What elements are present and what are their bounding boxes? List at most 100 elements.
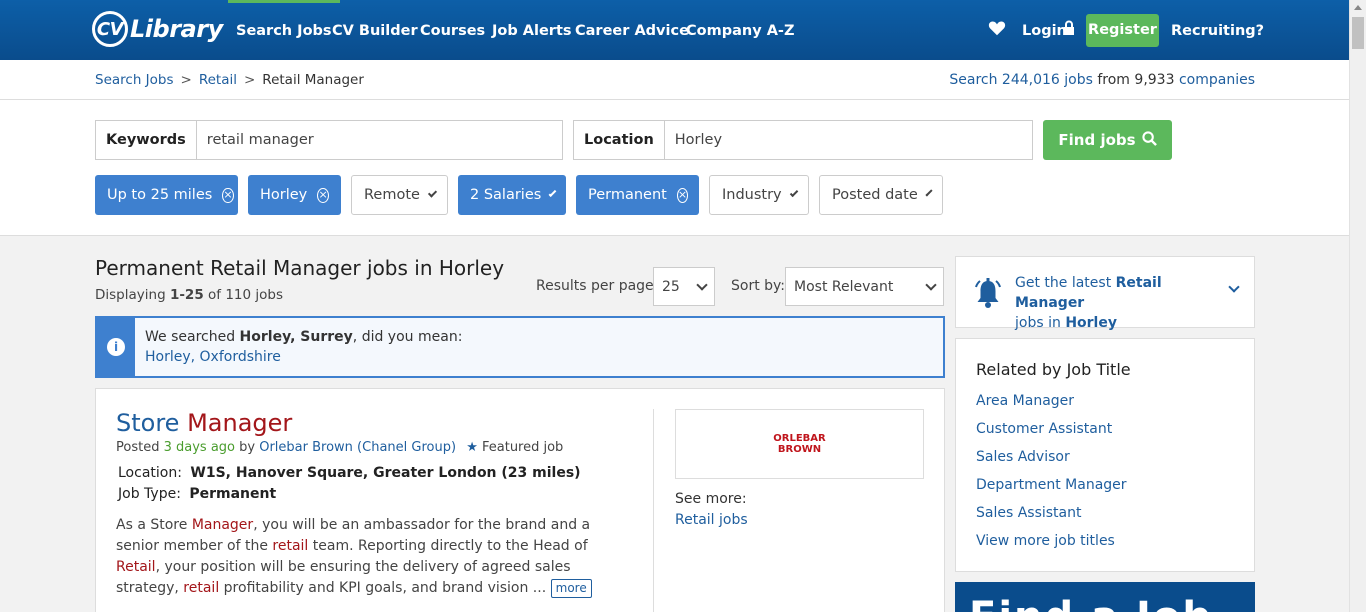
filter-distance-label: Up to 25 miles — [107, 187, 213, 203]
breadcrumb-current: Retail Manager — [262, 72, 364, 88]
desc-text: profitability and KPI goals, and brand v… — [219, 580, 547, 596]
job-description: As a Store Manager, you will be an ambas… — [116, 515, 636, 599]
filter-remote[interactable]: Remote — [351, 175, 448, 215]
job-alert-text: Get the latest Retail Manager jobs in Ho… — [1015, 273, 1225, 333]
cv-library-logo[interactable]: CV Library — [92, 8, 223, 50]
results-per-page-select[interactable]: 25 — [653, 267, 715, 306]
filter-salaries[interactable]: 2 Salaries — [458, 175, 566, 215]
breadcrumb-separator: > — [180, 72, 192, 88]
results-per-page-label: Results per page: — [536, 278, 659, 294]
filter-job-type-label: Permanent — [588, 187, 667, 203]
company-logo[interactable]: ORLEBAR BROWN — [675, 409, 924, 479]
breadcrumb-search-jobs[interactable]: Search Jobs — [95, 72, 174, 88]
chevron-down-icon — [1228, 281, 1240, 293]
job-alert-box[interactable]: Get the latest Retail Manager jobs in Ho… — [955, 256, 1255, 331]
find-jobs-button[interactable]: Find jobs — [1043, 120, 1172, 160]
more-button[interactable]: more — [550, 579, 592, 598]
register-button[interactable]: Register — [1086, 14, 1159, 47]
results-count-prefix: Displaying — [95, 287, 166, 303]
related-heading: Related by Job Title — [976, 360, 1131, 379]
page-scrollbar[interactable] — [1349, 0, 1366, 612]
sort-label: Sort by: — [731, 278, 786, 294]
alert-prefix: Get the latest — [1015, 275, 1112, 291]
scrollbar-thumb[interactable] — [1352, 17, 1364, 49]
related-department-manager[interactable]: Department Manager — [976, 477, 1127, 493]
desc-keyword: retail — [272, 538, 309, 554]
nav-search-jobs[interactable]: Search Jobs — [228, 0, 340, 60]
job-title-link[interactable]: Store Manager — [116, 409, 292, 437]
search-panel: Keywords Location Find jobs Up to 25 mil… — [0, 100, 1349, 236]
recruiting-link[interactable]: Recruiting? — [1171, 0, 1264, 60]
find-jobs-label: Find jobs — [1058, 131, 1136, 149]
nav-career-advice[interactable]: Career Advice — [575, 0, 689, 60]
stats-companies-link[interactable]: companies — [1179, 72, 1255, 88]
see-more-label: See more: — [675, 491, 747, 507]
retail-jobs-link[interactable]: Retail jobs — [675, 512, 748, 528]
info-box: i — [97, 318, 135, 376]
related-area-manager[interactable]: Area Manager — [976, 393, 1074, 409]
featured-label: Featured job — [481, 440, 564, 455]
nav-courses[interactable]: Courses — [420, 0, 485, 60]
promo-banner[interactable]: Find a Job — [955, 582, 1255, 612]
job-type-value: Permanent — [189, 486, 277, 502]
remove-filter-icon[interactable]: × — [676, 187, 689, 203]
desc-keyword: retail — [183, 580, 220, 596]
card-divider — [653, 409, 654, 612]
keywords-input[interactable] — [196, 121, 562, 159]
chevron-down-icon — [925, 278, 937, 291]
job-title-keyword: Manager — [187, 409, 293, 437]
job-location-row: Location: W1S, Hanover Square, Greater L… — [118, 465, 581, 481]
banner-text: Find a Job — [969, 594, 1213, 612]
nav-job-alerts[interactable]: Job Alerts — [492, 0, 572, 60]
notice-suffix: , did you mean: — [352, 329, 463, 345]
site-stats: Search 244,016 jobs from 9,933 companies — [949, 72, 1255, 88]
location-input[interactable] — [664, 121, 1032, 159]
remove-filter-icon[interactable]: × — [317, 187, 329, 203]
site-header: CV Library Search Jobs CV Builder Course… — [0, 0, 1349, 60]
desc-keyword: Manager — [191, 517, 254, 533]
job-type-row: Job Type: Permanent — [118, 486, 276, 502]
job-card: Store Manager Posted 3 days ago by Orleb… — [95, 388, 945, 612]
location-suggestion-notice: i We searched Horley, Surrey, did you me… — [95, 316, 945, 378]
sort-value: Most Relevant — [794, 278, 894, 295]
info-icon: i — [107, 338, 125, 356]
posted-by: by — [239, 440, 256, 455]
filter-distance[interactable]: Up to 25 miles × — [95, 175, 238, 215]
notice-prefix: We searched — [145, 329, 236, 345]
logo-wordmark: Library — [130, 15, 223, 43]
heart-icon[interactable] — [988, 20, 1006, 38]
desc-keyword: Retail — [116, 559, 156, 575]
filter-industry-label: Industry — [722, 187, 782, 203]
scroll-up-icon[interactable] — [1354, 5, 1362, 10]
company-logo-line2: BROWN — [777, 444, 822, 455]
filter-location[interactable]: Horley × — [248, 175, 341, 215]
stats-jobs-link[interactable]: 244,016 jobs — [1002, 72, 1093, 88]
lock-icon — [1063, 20, 1075, 40]
keywords-field: Keywords — [95, 120, 563, 160]
related-customer-assistant[interactable]: Customer Assistant — [976, 421, 1112, 437]
stats-prefix[interactable]: Search — [949, 72, 997, 88]
job-type-label: Job Type: — [118, 486, 181, 502]
desc-text: team. Reporting directly to the Head of — [308, 538, 588, 554]
filter-job-type[interactable]: Permanent × — [576, 175, 699, 215]
nav-company-a-z[interactable]: Company A-Z — [686, 0, 794, 60]
breadcrumb-retail[interactable]: Retail — [199, 72, 237, 88]
alert-middle: jobs in — [1015, 315, 1061, 331]
sort-select[interactable]: Most Relevant — [785, 267, 944, 306]
notice-text: We searched Horley, Surrey, did you mean… — [145, 327, 462, 367]
view-more-job-titles[interactable]: View more job titles — [976, 533, 1115, 549]
company-link[interactable]: Orlebar Brown (Chanel Group) — [259, 440, 456, 455]
filter-salaries-label: 2 Salaries — [470, 187, 542, 203]
suggested-location-link[interactable]: Horley, Oxfordshire — [145, 349, 281, 365]
nav-cv-builder[interactable]: CV Builder — [332, 0, 418, 60]
job-location-value: W1S, Hanover Square, Greater London (23 … — [190, 465, 581, 481]
filter-industry[interactable]: Industry — [709, 175, 809, 215]
related-sales-advisor[interactable]: Sales Advisor — [976, 449, 1070, 465]
login-link[interactable]: Login — [1022, 0, 1067, 60]
posted-info: Posted 3 days ago by Orlebar Brown (Chan… — [116, 440, 563, 455]
remove-filter-icon[interactable]: × — [222, 187, 234, 203]
filter-remote-label: Remote — [364, 187, 420, 203]
bell-icon — [973, 277, 1003, 309]
related-sales-assistant[interactable]: Sales Assistant — [976, 505, 1082, 521]
filter-posted-date[interactable]: Posted date — [819, 175, 943, 215]
